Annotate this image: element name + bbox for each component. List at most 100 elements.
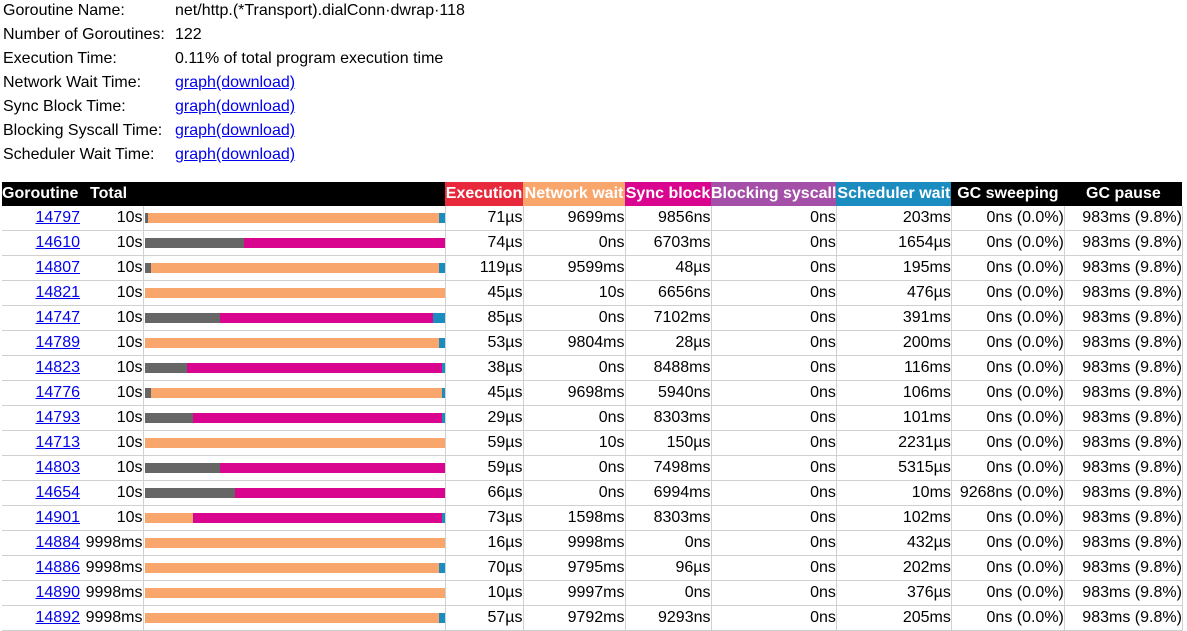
header-scheduler-wait[interactable]: Scheduler wait	[836, 182, 952, 206]
bar-segment-network	[150, 388, 442, 398]
syscall-download-link[interactable]: (download)	[216, 122, 295, 139]
goroutine-id-link[interactable]: 14747	[36, 309, 81, 326]
goroutine-id-link[interactable]: 14654	[36, 484, 81, 501]
execution-cell: 16µs	[445, 530, 524, 556]
network-graph-link[interactable]: graph	[175, 74, 216, 91]
goroutine-id-link[interactable]: 14803	[36, 459, 81, 476]
sync-download-link[interactable]: (download)	[216, 98, 295, 115]
gc-pause-cell: 983ms (9.8%)	[1064, 580, 1183, 606]
total-cell: 10s	[80, 355, 143, 381]
bar-segment-other	[144, 363, 187, 373]
bar-segment-network	[144, 438, 444, 448]
scheduler-wait-cell: 432µs	[836, 530, 952, 556]
sync-graph-link[interactable]: graph	[175, 98, 216, 115]
network-wait-cell: 9795ms	[523, 555, 626, 581]
scheduler-wait-cell: 5315µs	[836, 455, 952, 481]
table-row: 14747 10s 85µs 0ns 7102ms 0ns 391ms 0ns (0.0%) 9…	[2, 305, 1183, 331]
network-wait-cell: 0ns	[523, 405, 626, 431]
blocking-syscall-cell: 0ns	[711, 380, 837, 406]
bar-segment-other	[144, 488, 235, 498]
sync-block-cell: 8488ms	[625, 355, 712, 381]
bar-segment-network	[144, 338, 439, 348]
goroutine-id-cell: 14654	[2, 480, 81, 506]
goroutine-id-link[interactable]: 14901	[36, 509, 81, 526]
bar-segment-scheduler	[438, 263, 444, 273]
goroutine-id-link[interactable]: 14776	[36, 384, 81, 401]
goroutine-id-link[interactable]: 14713	[36, 434, 81, 451]
goroutine-id-link[interactable]: 14610	[36, 234, 81, 251]
gc-sweeping-cell: 0ns (0.0%)	[951, 505, 1065, 531]
sync-block-cell: 7102ms	[625, 305, 712, 331]
network-wait-cell: 0ns	[523, 480, 626, 506]
goroutine-id-link[interactable]: 14886	[36, 559, 81, 576]
scheduler-download-link[interactable]: (download)	[216, 146, 295, 163]
blocking-syscall-cell: 0ns	[711, 430, 837, 456]
header-blocking-syscall[interactable]: Blocking syscall	[711, 182, 837, 206]
goroutine-id-link[interactable]: 14793	[36, 409, 81, 426]
gc-sweeping-cell: 0ns (0.0%)	[951, 330, 1065, 356]
bar-segment-scheduler	[441, 513, 444, 523]
scheduler-wait-cell: 102ms	[836, 505, 952, 531]
syscall-graph-link[interactable]: graph	[175, 122, 216, 139]
table-row: 14654 10s 66µs 0ns 6994ms 0ns 10ms 9268ns (0.0%…	[2, 480, 1183, 506]
gc-pause-cell: 983ms (9.8%)	[1064, 455, 1183, 481]
network-download-link[interactable]: (download)	[216, 74, 295, 91]
bar-segment-other	[144, 413, 193, 423]
scheduler-wait-cell: 203ms	[836, 206, 952, 231]
goroutine-id-link[interactable]: 14807	[36, 259, 81, 276]
blocking-syscall-cell: 0ns	[711, 530, 837, 556]
scheduler-wait-cell: 2231µs	[836, 430, 952, 456]
execution-cell: 45µs	[445, 380, 524, 406]
sync-block-cell: 150µs	[625, 430, 712, 456]
goroutine-id-link[interactable]: 14789	[36, 334, 81, 351]
header-total[interactable]: Total	[80, 182, 143, 206]
total-cell: 10s	[80, 405, 143, 431]
sync-block-cell: 6994ms	[625, 480, 712, 506]
goroutine-id-link[interactable]: 14823	[36, 359, 81, 376]
bar-segment-network	[144, 513, 193, 523]
goroutine-id-link[interactable]: 14821	[36, 284, 81, 301]
time-breakdown-bar	[142, 455, 446, 481]
bar-segment-other	[144, 463, 220, 473]
execution-cell: 59µs	[445, 455, 524, 481]
gc-sweeping-cell: 0ns (0.0%)	[951, 255, 1065, 281]
sync-block-cell: 28µs	[625, 330, 712, 356]
header-network-wait[interactable]: Network wait	[523, 182, 625, 206]
bar-segment-network	[144, 563, 439, 573]
header-gc-pause[interactable]: GC pause	[1064, 182, 1183, 206]
header-sync-block[interactable]: Sync block	[625, 182, 711, 206]
sync-block-cell: 9856ns	[625, 206, 712, 231]
blocking-syscall-cell: 0ns	[711, 305, 837, 331]
sync-block-label: Sync Block Time:	[3, 98, 126, 115]
time-breakdown-bar	[142, 580, 446, 606]
header-execution[interactable]: Execution	[445, 182, 523, 206]
sync-block-cell: 8303ms	[625, 405, 712, 431]
gc-sweeping-cell: 0ns (0.0%)	[951, 530, 1065, 556]
bar-segment-scheduler	[438, 613, 444, 623]
scheduler-wait-cell: 391ms	[836, 305, 952, 331]
gc-sweeping-cell: 0ns (0.0%)	[951, 230, 1065, 256]
exec-label: Execution Time:	[3, 50, 117, 67]
bar-segment-network	[144, 588, 444, 598]
blocking-syscall-cell: 0ns	[711, 505, 837, 531]
total-cell: 10s	[80, 380, 143, 406]
goroutine-id-cell: 14821	[2, 280, 81, 306]
total-cell: 9998ms	[80, 530, 143, 556]
execution-cell: 85µs	[445, 305, 524, 331]
goroutine-id-link[interactable]: 14892	[36, 609, 81, 626]
execution-cell: 66µs	[445, 480, 524, 506]
time-breakdown-bar	[142, 405, 446, 431]
header-goroutine[interactable]: Goroutine	[2, 182, 80, 206]
network-wait-cell: 9698ms	[523, 380, 626, 406]
goroutine-id-link[interactable]: 14797	[36, 209, 81, 226]
goroutine-id-cell: 14807	[2, 255, 81, 281]
goroutine-id-link[interactable]: 14890	[36, 584, 81, 601]
scheduler-graph-link[interactable]: graph	[175, 146, 216, 163]
goroutine-id-link[interactable]: 14884	[36, 534, 81, 551]
total-cell: 10s	[80, 505, 143, 531]
blocking-syscall-cell: 0ns	[711, 255, 837, 281]
header-gc-sweeping[interactable]: GC sweeping	[951, 182, 1065, 206]
scheduler-wait-cell: 106ms	[836, 380, 952, 406]
gc-pause-cell: 983ms (9.8%)	[1064, 430, 1183, 456]
blocking-syscall-cell: 0ns	[711, 230, 837, 256]
